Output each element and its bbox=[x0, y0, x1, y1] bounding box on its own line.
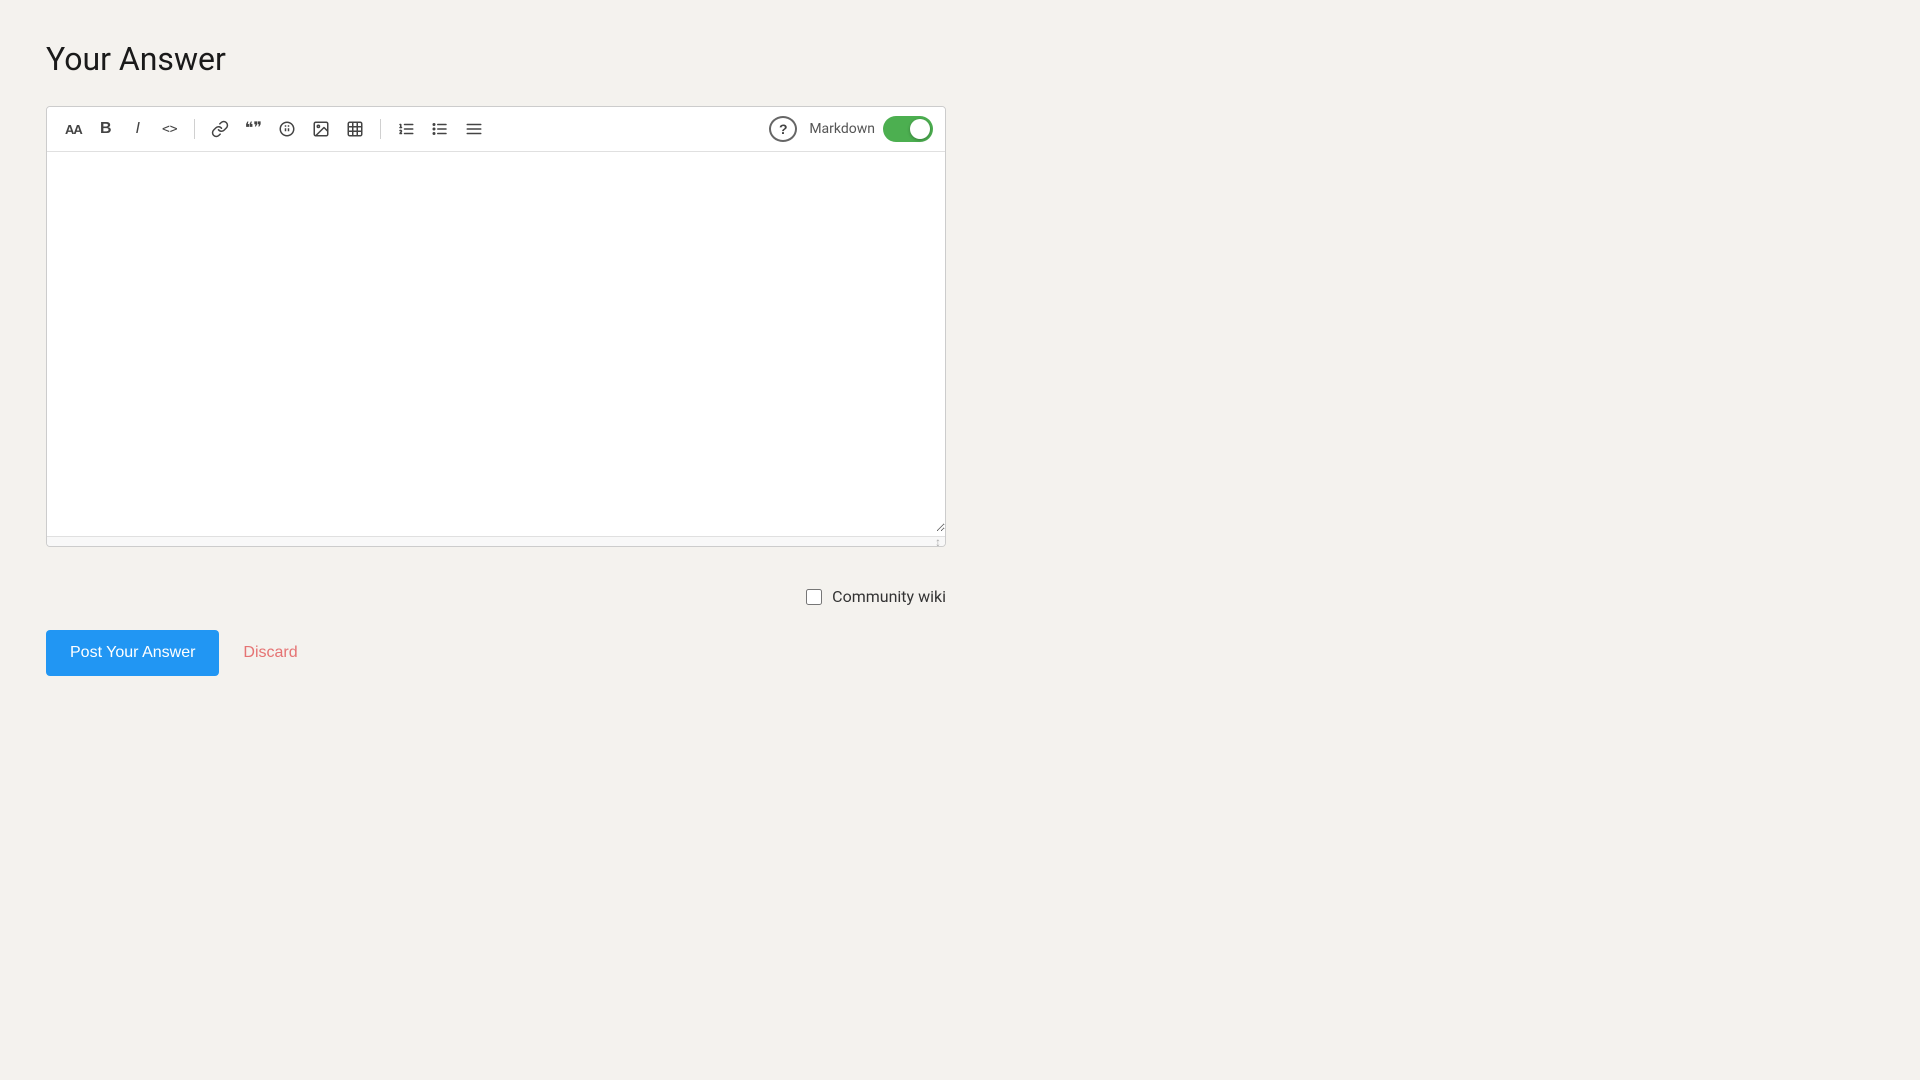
italic-icon[interactable]: I bbox=[124, 115, 152, 143]
answer-editor[interactable] bbox=[47, 152, 945, 532]
editor-toolbar: AA B I <> ❝❞ bbox=[47, 107, 945, 152]
discard-button[interactable]: Discard bbox=[243, 640, 297, 666]
community-wiki-checkbox[interactable] bbox=[806, 589, 822, 605]
link-icon[interactable] bbox=[205, 115, 235, 143]
code-inline-icon[interactable]: <> bbox=[156, 115, 184, 143]
unordered-list-icon[interactable] bbox=[425, 115, 455, 143]
heading-icon[interactable]: AA bbox=[59, 115, 88, 143]
table-icon[interactable] bbox=[340, 115, 370, 143]
page-title: Your Answer bbox=[46, 40, 1874, 78]
markdown-toggle[interactable] bbox=[883, 116, 933, 142]
actions-row: Post Your Answer Discard bbox=[46, 630, 1874, 676]
toolbar-divider-2 bbox=[380, 119, 381, 139]
blockquote-icon[interactable]: ❝❞ bbox=[239, 115, 268, 143]
editor-container: AA B I <> ❝❞ bbox=[46, 106, 946, 547]
community-wiki-row: Community wiki bbox=[46, 587, 946, 606]
help-icon[interactable]: ? bbox=[769, 116, 797, 142]
image-icon[interactable] bbox=[306, 115, 336, 143]
indent-icon[interactable] bbox=[459, 115, 489, 143]
toolbar-divider-1 bbox=[194, 119, 195, 139]
markdown-label: Markdown bbox=[809, 121, 875, 137]
markdown-toggle-area: Markdown bbox=[809, 116, 933, 142]
bold-icon[interactable]: B bbox=[92, 115, 120, 143]
markdown-toggle-slider bbox=[883, 116, 933, 142]
resize-icon: ↕ bbox=[935, 535, 941, 548]
ordered-list-icon[interactable] bbox=[391, 115, 421, 143]
post-answer-button[interactable]: Post Your Answer bbox=[46, 630, 219, 676]
editor-resize-handle[interactable]: ↕ bbox=[47, 536, 945, 546]
community-wiki-label: Community wiki bbox=[832, 587, 946, 606]
code-snippet-icon[interactable] bbox=[272, 115, 302, 143]
